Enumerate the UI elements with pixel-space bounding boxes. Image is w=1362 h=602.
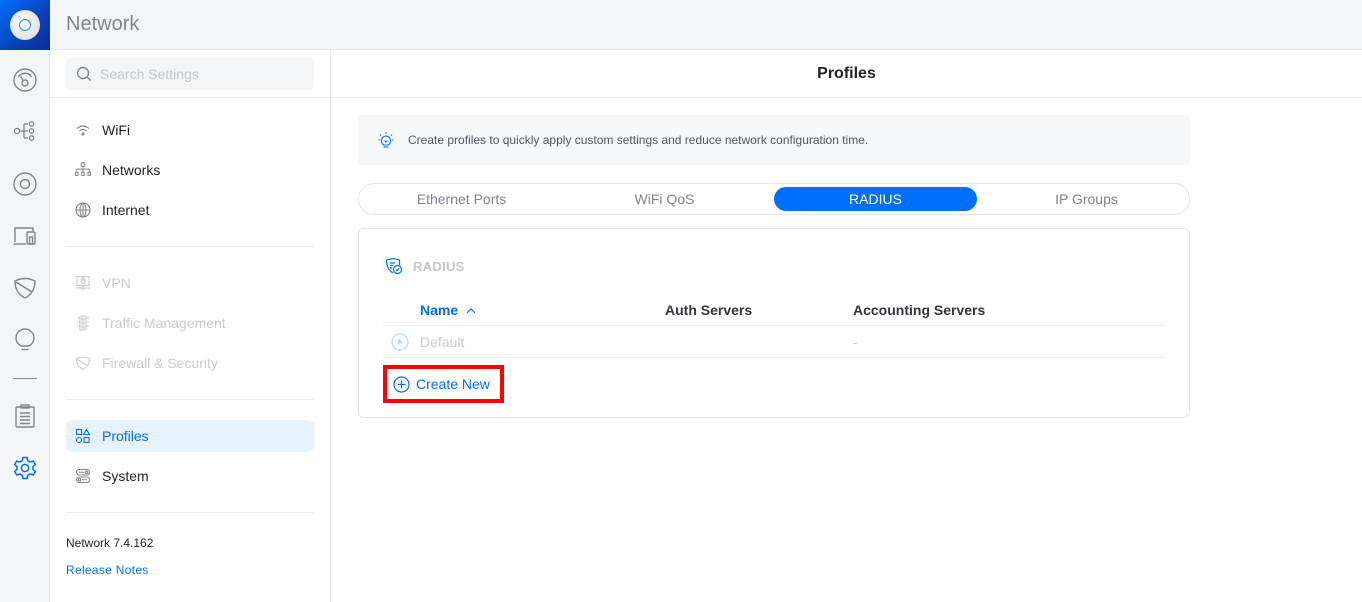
table-row[interactable]: Default xyxy=(391,332,464,352)
search-input[interactable] xyxy=(100,66,300,82)
play-circle-icon xyxy=(391,333,409,351)
sidebar-divider xyxy=(66,512,314,513)
table-header-divider xyxy=(383,325,1165,326)
tab-wifi-qos[interactable]: WiFi QoS xyxy=(563,187,766,211)
dashboard-icon[interactable] xyxy=(12,67,38,93)
lightbulb-icon xyxy=(378,131,394,149)
traffic-light-icon xyxy=(74,314,92,332)
app-window: Network WiFi Networks Internet xyxy=(0,0,1362,602)
card-title-text: RADIUS xyxy=(413,258,465,274)
radius-shield-icon xyxy=(385,257,403,275)
row-accounting-servers: - xyxy=(853,334,858,350)
release-notes-link[interactable]: Release Notes xyxy=(66,563,149,577)
sidebar-item-label: Networks xyxy=(102,162,161,178)
tab-radius[interactable]: RADIUS xyxy=(774,187,977,211)
clipboard-icon[interactable] xyxy=(12,403,38,429)
gear-icon[interactable] xyxy=(12,455,38,481)
shield-icon xyxy=(74,354,92,372)
plus-circle-icon xyxy=(393,375,410,393)
column-header-label: Name xyxy=(420,302,459,318)
info-banner: Create profiles to quickly apply custom … xyxy=(358,115,1190,165)
app-rail xyxy=(0,0,50,602)
radius-card: RADIUS Name Auth Servers Accounting Serv… xyxy=(358,228,1190,418)
sidebar-item-traffic-management[interactable]: Traffic Management xyxy=(66,307,314,339)
settings-sidebar: WiFi Networks Internet VPN Traffic Ma xyxy=(50,50,331,602)
devices-icon[interactable] xyxy=(12,171,38,197)
globe-icon xyxy=(74,201,92,219)
sort-ascending-icon xyxy=(466,307,476,314)
top-header: Network xyxy=(50,0,1362,50)
network-tree-icon xyxy=(74,161,92,179)
search-box[interactable] xyxy=(66,58,314,90)
sidebar-item-wifi[interactable]: WiFi xyxy=(66,114,314,146)
system-icon xyxy=(74,467,92,485)
table-row-divider xyxy=(383,357,1165,358)
column-header-accounting-servers[interactable]: Accounting Servers xyxy=(853,302,985,318)
app-title: Network xyxy=(66,13,140,35)
main-header: Profiles xyxy=(331,50,1362,98)
search-icon xyxy=(76,66,92,82)
sidebar-item-profiles[interactable]: Profiles xyxy=(66,420,314,452)
sidebar-item-firewall-security[interactable]: Firewall & Security xyxy=(66,347,314,379)
shield-icon[interactable] xyxy=(12,275,38,301)
sidebar-divider xyxy=(66,399,314,400)
sidebar-item-label: Traffic Management xyxy=(102,315,226,331)
sidebar-item-label: VPN xyxy=(102,275,131,291)
tab-ip-groups[interactable]: IP Groups xyxy=(985,187,1188,211)
profile-tabs: Ethernet Ports WiFi QoS RADIUS IP Groups xyxy=(358,183,1190,215)
sidebar-item-internet[interactable]: Internet xyxy=(66,194,314,226)
row-name: Default xyxy=(420,334,465,350)
app-logo[interactable] xyxy=(0,0,50,50)
sidebar-divider xyxy=(66,246,314,247)
logo-ring xyxy=(19,19,31,31)
profiles-icon xyxy=(74,427,92,445)
topology-icon[interactable] xyxy=(12,118,38,144)
sidebar-item-label: WiFi xyxy=(102,122,130,138)
sidebar-item-system[interactable]: System xyxy=(66,460,314,492)
sidebar-item-vpn[interactable]: VPN xyxy=(66,267,314,299)
sidebar-item-networks[interactable]: Networks xyxy=(66,154,314,186)
card-title: RADIUS xyxy=(385,257,465,275)
sidebar-header-divider xyxy=(50,97,331,98)
column-header-auth-servers[interactable]: Auth Servers xyxy=(665,302,752,318)
logo-disc xyxy=(10,10,40,40)
create-new-button[interactable]: Create New xyxy=(383,365,504,403)
page-title: Profiles xyxy=(817,64,876,82)
create-new-label: Create New xyxy=(416,376,490,392)
vpn-icon xyxy=(74,274,92,292)
sidebar-item-label: Profiles xyxy=(102,428,149,444)
rail-divider xyxy=(13,378,37,379)
sidebar-item-label: Firewall & Security xyxy=(102,355,218,371)
sidebar-item-label: Internet xyxy=(102,202,150,218)
column-header-name[interactable]: Name xyxy=(420,302,476,318)
wifi-icon xyxy=(74,121,92,139)
tab-ethernet-ports[interactable]: Ethernet Ports xyxy=(360,187,563,211)
lightbulb-icon[interactable] xyxy=(12,327,38,353)
version-label: Network 7.4.162 xyxy=(66,536,154,550)
clients-icon[interactable] xyxy=(12,223,38,249)
banner-text: Create profiles to quickly apply custom … xyxy=(408,133,869,147)
sidebar-item-label: System xyxy=(102,468,149,484)
